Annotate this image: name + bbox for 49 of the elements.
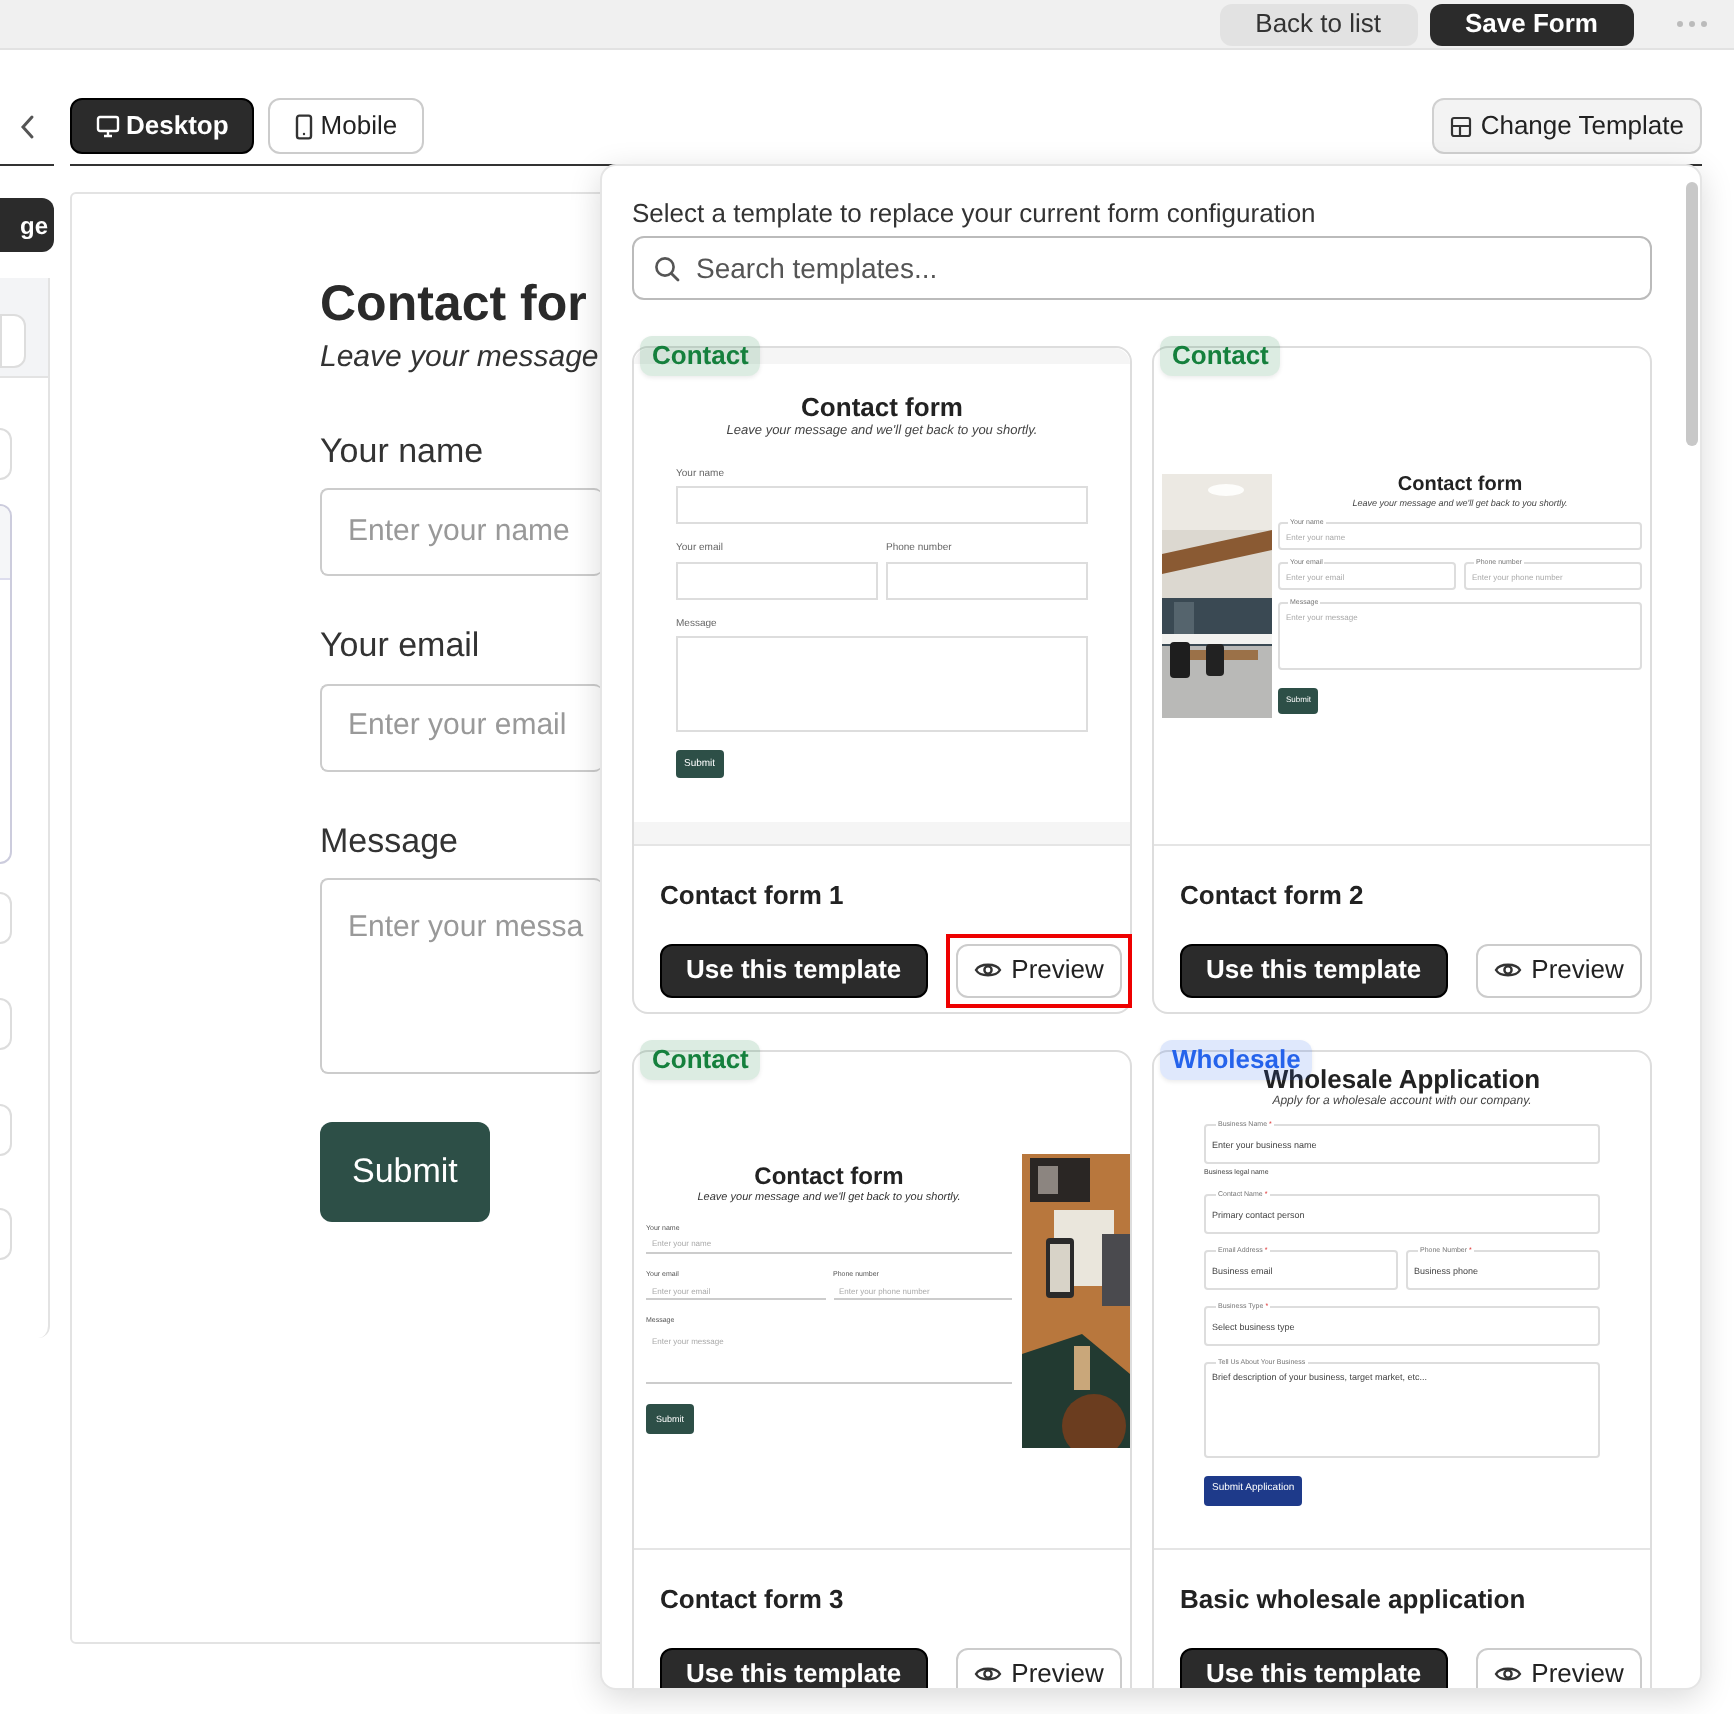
use-template-button[interactable]: Use this template	[1180, 1647, 1448, 1688]
change-template-button[interactable]: Change Template	[1432, 98, 1702, 154]
category-badge: Contact	[1160, 336, 1281, 376]
save-button[interactable]: Save Form	[1429, 3, 1634, 45]
side-button[interactable]: ge	[0, 198, 54, 252]
category-badge: Contact	[640, 1040, 761, 1080]
view-tab[interactable]: Desktop	[70, 98, 255, 154]
template-name: Contact form 2	[1180, 878, 1366, 914]
category-badge: Contact	[640, 336, 761, 376]
search-icon	[654, 255, 680, 281]
template-name: Contact form 1	[660, 878, 846, 914]
form-title: Contact for	[320, 274, 587, 334]
back-button[interactable]: Back to list	[1219, 3, 1418, 45]
more-icon	[1674, 18, 1710, 30]
input-field[interactable]	[0, 1104, 12, 1156]
input-field[interactable]	[0, 428, 12, 480]
eye-icon	[973, 960, 1002, 980]
preview-button[interactable]: Preview	[1475, 943, 1642, 997]
field-label: Your email	[320, 624, 480, 668]
eye-icon	[973, 1664, 1002, 1684]
input-field[interactable]	[0, 1208, 12, 1260]
view-tab[interactable]: Mobile	[268, 98, 424, 154]
preview-button[interactable]: Preview	[955, 943, 1122, 997]
scrollbar[interactable]	[1686, 182, 1698, 446]
eye-icon	[1493, 960, 1522, 980]
use-template-button[interactable]: Use this template	[1180, 943, 1448, 997]
template-icon	[1450, 115, 1473, 137]
eye-icon	[1493, 1664, 1522, 1684]
instruction-text: Select a template to replace your current form configuration	[632, 198, 1318, 230]
submit-button[interactable]: Submit	[320, 1122, 490, 1222]
thumbnail-title: Contact form	[752, 1162, 906, 1191]
input-field[interactable]	[0, 892, 12, 944]
search-field[interactable]: Search templates...	[632, 236, 1652, 300]
template-name: Basic wholesale application	[1180, 1582, 1528, 1618]
template-name: Contact form 3	[660, 1582, 846, 1618]
monitor-icon	[96, 114, 120, 138]
field-label: Message	[320, 819, 458, 863]
use-template-button[interactable]: Use this template	[660, 1647, 928, 1688]
use-template-button[interactable]: Use this template	[660, 943, 928, 997]
thumbnail-title: Contact form	[1395, 473, 1525, 498]
back-chevron-icon	[20, 113, 36, 139]
preview-button[interactable]: Preview	[955, 1647, 1122, 1688]
thumbnail-title: Contact form	[799, 392, 965, 422]
input-field[interactable]	[0, 314, 26, 368]
field-label: Your name	[320, 429, 484, 473]
preview-button[interactable]: Preview	[1475, 1647, 1642, 1688]
input-field[interactable]	[0, 998, 12, 1050]
phone-icon	[294, 113, 315, 139]
form-subtitle: Leave your message	[320, 338, 599, 378]
